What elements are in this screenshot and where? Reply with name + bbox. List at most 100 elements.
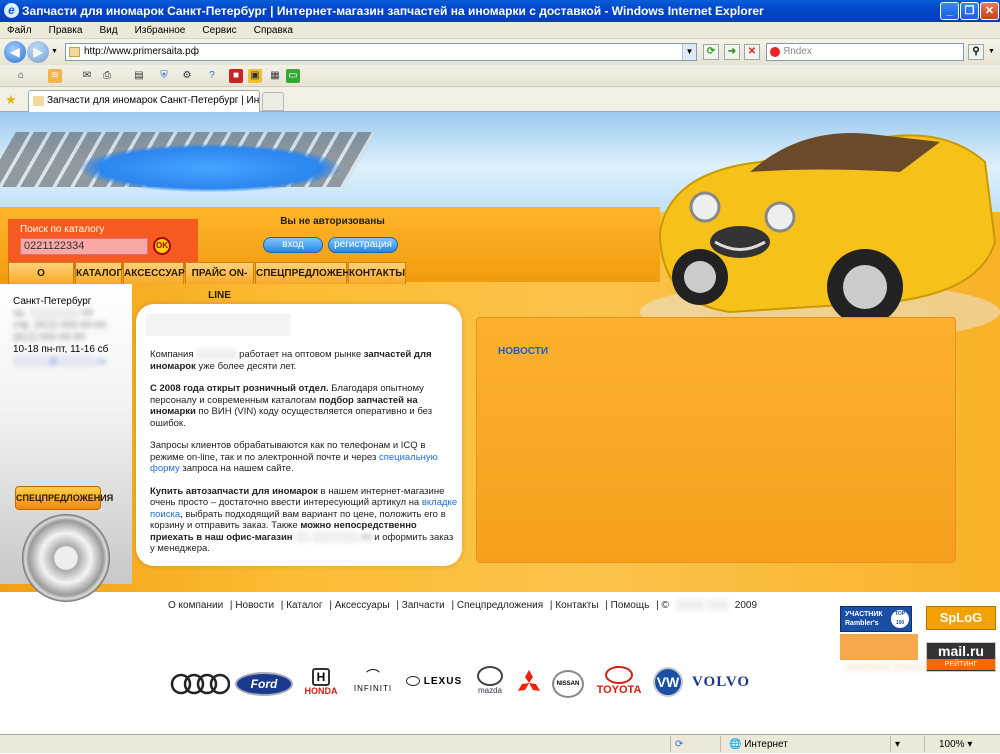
- contact-phone2-blurred: (812) 000-00-00: [13, 332, 85, 343]
- register-button[interactable]: регистрация: [328, 237, 398, 253]
- lexus-logo[interactable]: LEXUS: [406, 676, 466, 687]
- feeds-icon[interactable]: ≋: [48, 69, 62, 83]
- mazda-logo[interactable]: mazda: [472, 666, 508, 695]
- addon-notes-icon[interactable]: ▦: [268, 69, 282, 83]
- catalog-search-ok-button[interactable]: OK: [153, 237, 171, 255]
- address-dropdown-icon[interactable]: ▼: [682, 44, 696, 60]
- nav-about[interactable]: О КОМПАНИИ: [8, 262, 74, 301]
- addon-yellow-icon[interactable]: ▣: [248, 69, 262, 83]
- mailru-rating-badge[interactable]: mail.ru РЕЙТИНГ: [926, 642, 996, 672]
- footer-link-about[interactable]: О компании: [168, 600, 223, 611]
- mailru-badge-subtext: РЕЙТИНГ: [927, 659, 995, 670]
- menu-file[interactable]: Файл: [0, 22, 39, 39]
- intro-bold: Купить автозапчасти для иномарок: [150, 485, 318, 497]
- blurred-badge-caption[interactable]: ░░░░░░░ ░░░░░░: [845, 662, 930, 672]
- home-icon[interactable]: ⌂: [14, 69, 28, 83]
- copyright-owner-blurred: ░░░░ ░░░: [675, 600, 728, 611]
- favorites-star-icon[interactable]: ★: [5, 92, 17, 108]
- rambler-top100-badge[interactable]: УЧАСТНИК Rambler's TOP 100: [840, 606, 912, 632]
- stop-icon[interactable]: ✕: [744, 44, 760, 60]
- back-icon[interactable]: ◀: [4, 41, 26, 63]
- menu-favorites[interactable]: Избранное: [128, 22, 193, 39]
- contact-address-blurred: пр. ░░░░░░░ 00: [13, 308, 94, 319]
- news-panel: НОВОСТИ: [476, 317, 956, 563]
- menu-tools[interactable]: Сервис: [195, 22, 243, 39]
- addon-red-icon[interactable]: ■: [229, 69, 243, 83]
- brand-name: LEXUS: [423, 676, 463, 687]
- honda-logo[interactable]: H HONDA: [303, 668, 339, 696]
- page-icon: [69, 47, 80, 57]
- addon-green-icon[interactable]: ▭: [286, 69, 300, 83]
- news-title[interactable]: НОВОСТИ: [498, 346, 548, 357]
- footer-link-accessories[interactable]: Аксессуары: [335, 600, 390, 611]
- nav-catalog[interactable]: КАТАЛОГ: [75, 262, 122, 284]
- toyota-mark-icon: [605, 666, 633, 684]
- help-icon[interactable]: ?: [205, 69, 219, 83]
- minimize-button[interactable]: _: [940, 2, 959, 20]
- vw-logo-icon[interactable]: VW: [653, 667, 683, 697]
- auth-status: Вы не авторизованы: [280, 216, 385, 227]
- nav-contacts[interactable]: КОНТАКТЫ: [348, 262, 406, 284]
- menu-edit[interactable]: Правка: [42, 22, 90, 39]
- ford-logo-icon[interactable]: Ford: [235, 672, 293, 696]
- status-sync-icon: ⟳: [675, 739, 684, 750]
- catalog-search-input[interactable]: 0221122334: [20, 238, 148, 255]
- nav-price[interactable]: ПРАЙС ON-LINE: [185, 262, 254, 301]
- status-zone-text: Интернет: [744, 739, 788, 750]
- compatibility-icon[interactable]: ⟳: [703, 44, 719, 60]
- contact-email-blurred[interactable]: ░░░░░@░░░░░.ru: [13, 356, 128, 368]
- nav-accessories[interactable]: АКСЕССУАРЫ: [123, 262, 195, 284]
- tools-gear-icon[interactable]: ⚙: [180, 69, 194, 83]
- menu-help[interactable]: Справка: [247, 22, 300, 39]
- infiniti-logo[interactable]: ⌒ INFINITI: [348, 668, 398, 693]
- mail-icon[interactable]: ✉: [80, 69, 94, 83]
- footer-link-contacts[interactable]: Контакты: [555, 600, 598, 611]
- audi-logo-icon[interactable]: [170, 672, 230, 696]
- zoom-control[interactable]: 100% ▾: [924, 736, 1000, 752]
- footer-link-parts[interactable]: Запчасти: [402, 600, 445, 611]
- contact-city: Санкт-Петербург: [13, 296, 92, 307]
- status-security-section: ⟳: [670, 736, 715, 752]
- tab-current[interactable]: Запчасти для иномарок Санкт-Петербург | …: [28, 90, 260, 112]
- search-icon[interactable]: ⚲: [968, 44, 984, 60]
- protected-mode-icon[interactable]: ▾: [890, 736, 920, 752]
- page-menu-icon[interactable]: ▤: [132, 69, 146, 83]
- search-field[interactable]: Яndex: [766, 43, 964, 61]
- ie-logo-icon: e: [4, 3, 19, 18]
- footer-link-news[interactable]: Новости: [235, 600, 274, 611]
- tab-bar: ★ Запчасти для иномарок Санкт-Петербург …: [0, 87, 1000, 112]
- intro-text-span: работает на оптовом рынке: [239, 349, 362, 360]
- contact-hours: 10-18 пн-пт, 11-16 сб: [13, 344, 109, 355]
- command-bar: ⌂ ≋ ✉ ⎙ ▤ ⛨ ⚙ ? ■ ▣ ▦ ▭: [0, 65, 1000, 87]
- intro-text-span: Компания: [150, 349, 194, 360]
- globe-icon: 🌐: [729, 739, 742, 750]
- print-icon[interactable]: ⎙: [100, 69, 114, 83]
- nav-specials[interactable]: СПЕЦПРЕДЛОЖЕНИЯ: [255, 262, 364, 284]
- web-page: Поиск по каталогу 0221122334 OK Вы не ав…: [0, 112, 1000, 734]
- intro-bold: С 2008 года открыт розничный отдел.: [150, 383, 329, 394]
- address-field[interactable]: http://www.primersaita.рф ▼: [65, 43, 697, 61]
- brand-name: INFINITI: [353, 684, 393, 693]
- safety-icon[interactable]: ⛨: [157, 69, 171, 83]
- footer-link-help[interactable]: Помощь: [611, 600, 650, 611]
- maximize-button[interactable]: ❐: [960, 2, 979, 20]
- search-options-icon[interactable]: ▼: [988, 48, 995, 55]
- intro-text: Компания ░░░░░░ работает на оптовом рынк…: [150, 349, 460, 566]
- mailru-badge-text: mail.ru: [938, 643, 984, 659]
- close-button[interactable]: ✕: [980, 2, 999, 20]
- splog-badge[interactable]: SpLoG: [926, 606, 996, 630]
- toyota-logo[interactable]: TOYOTA: [592, 666, 646, 696]
- volvo-logo[interactable]: VOLVO: [692, 674, 750, 691]
- history-dropdown-icon[interactable]: ▼: [51, 48, 58, 55]
- login-button[interactable]: вход: [263, 237, 323, 253]
- nissan-logo[interactable]: NISSAN: [552, 670, 584, 698]
- specials-button[interactable]: СПЕЦПРЕДЛОЖЕНИЯ: [15, 486, 113, 510]
- blurred-badge-image[interactable]: [840, 634, 918, 660]
- footer-link-catalog[interactable]: Каталог: [286, 600, 322, 611]
- go-icon[interactable]: ➜: [724, 44, 740, 60]
- mitsubishi-logo-icon[interactable]: [514, 669, 544, 695]
- footer-link-specials[interactable]: Спецпредложения: [457, 600, 543, 611]
- new-tab-button[interactable]: [262, 92, 284, 111]
- forward-icon[interactable]: ▶: [27, 41, 49, 63]
- menu-view[interactable]: Вид: [93, 22, 125, 39]
